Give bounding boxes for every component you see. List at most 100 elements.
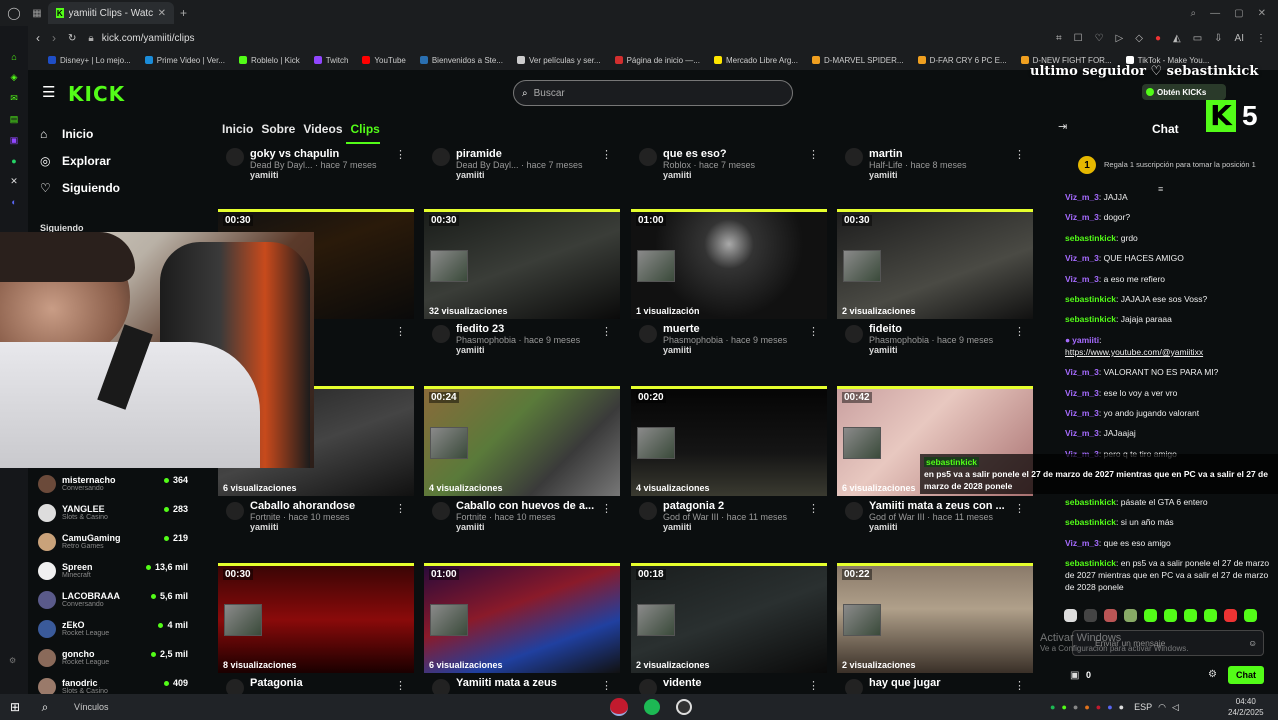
sidebar-discord-icon[interactable]: ◐ xyxy=(11,197,16,207)
taskbar-spotify-icon[interactable] xyxy=(644,699,660,715)
clip-thumbnail[interactable]: 00:30 32 visualizaciones xyxy=(424,209,620,319)
back-icon[interactable]: ‹ xyxy=(36,31,40,45)
clip-card[interactable]: 00:22 2 visualizaciones hay que jugar ⋮ xyxy=(837,563,1033,697)
clip-card[interactable]: 00:24 4 visualizaciones Caballo con huevos… xyxy=(424,386,620,532)
tray-app-7-icon[interactable]: ● xyxy=(1119,702,1124,712)
tab-sobre[interactable]: Sobre xyxy=(261,122,295,136)
bookmark-item[interactable]: Prime Video | Ver... xyxy=(144,56,225,65)
clip-title[interactable]: piramide xyxy=(424,148,620,160)
tray-app-4-icon[interactable]: ● xyxy=(1084,702,1089,712)
clip-card[interactable]: 00:30 2 visualizaciones fideito Phasmophobi… xyxy=(837,209,1033,355)
sidebar-messenger-icon[interactable]: ✉ xyxy=(10,93,18,104)
emote-icon[interactable] xyxy=(1124,609,1137,622)
ad-block-icon[interactable]: ● xyxy=(1155,33,1161,44)
bookmark-item[interactable]: Disney+ | Lo mejo... xyxy=(48,56,131,65)
search-input[interactable]: ⌕ Buscar xyxy=(513,80,793,106)
close-window-icon[interactable]: ✕ xyxy=(1258,8,1266,19)
more-options-icon[interactable]: ⋮ xyxy=(808,502,819,515)
more-options-icon[interactable]: ⋮ xyxy=(808,679,819,692)
tray-wifi-icon[interactable]: ◠ xyxy=(1158,702,1166,713)
more-options-icon[interactable]: ⋮ xyxy=(1014,502,1025,515)
clip-title[interactable]: Yamiiti mata a zeus con ... xyxy=(837,500,1033,512)
clip-thumbnail[interactable]: 00:22 2 visualizaciones xyxy=(837,563,1033,673)
clip-user[interactable]: yamiiti xyxy=(218,170,414,180)
tab-clips[interactable]: Clips xyxy=(351,122,380,136)
sidebar-aria-icon[interactable]: ◈ xyxy=(11,72,18,83)
clip-thumbnail[interactable]: 01:00 6 visualizaciones xyxy=(424,563,620,673)
more-options-icon[interactable]: ⋮ xyxy=(395,325,406,338)
nav-item-inicio[interactable]: ⌂ Inicio xyxy=(28,120,198,147)
chat-username[interactable]: Viz_m_3 xyxy=(1065,274,1099,284)
clip-title[interactable]: hay que jugar xyxy=(837,677,1033,689)
clip-user[interactable]: yamiiti xyxy=(837,170,1033,180)
clip-card[interactable]: martin Half-Life · hace 8 meses yamiiti ⋮ xyxy=(837,146,1033,180)
menu-icon[interactable]: ⋮ xyxy=(1256,33,1266,44)
sidebar-settings-icon[interactable]: ⚙ xyxy=(9,656,16,665)
url-field[interactable]: kick.com/yamiiti/clips xyxy=(102,33,195,44)
emote-icon[interactable] xyxy=(1204,609,1217,622)
taskbar-links-label[interactable]: Vínculos xyxy=(74,702,109,712)
more-options-icon[interactable]: ⋮ xyxy=(808,325,819,338)
clip-thumbnail[interactable]: 00:20 4 visualizaciones xyxy=(631,386,827,496)
reload-icon[interactable]: ↻ xyxy=(68,33,76,44)
clip-title[interactable]: Yamiiti mata a zeus xyxy=(424,677,620,689)
clip-user[interactable]: yamiiti xyxy=(424,345,620,355)
sidebar-twitch-icon[interactable]: ▣ xyxy=(10,135,19,146)
clip-user[interactable]: yamiiti xyxy=(631,345,827,355)
chat-username[interactable]: Viz_m_3 xyxy=(1065,192,1099,202)
chat-username[interactable]: Viz_m_3 xyxy=(1065,408,1099,418)
vpn-icon[interactable]: ▷ xyxy=(1116,33,1124,44)
clip-title[interactable]: Caballo ahorandose xyxy=(218,500,414,512)
bookmark-item[interactable]: Bienvenidos a Ste... xyxy=(419,56,503,65)
tray-app-6-icon[interactable]: ● xyxy=(1107,702,1112,712)
chat-settings-icon[interactable]: ⚙ xyxy=(1208,669,1217,680)
opera-logo-icon[interactable]: ◯ xyxy=(0,6,28,20)
sidebar-x-icon[interactable]: ✕ xyxy=(10,176,18,187)
heart-toolbar-icon[interactable]: ♡ xyxy=(1095,33,1104,44)
clip-thumbnail[interactable]: 00:30 8 visualizaciones xyxy=(218,563,414,673)
more-options-icon[interactable]: ⋮ xyxy=(1014,325,1025,338)
more-options-icon[interactable]: ⋮ xyxy=(601,502,612,515)
nav-item-explorar[interactable]: ◎ Explorar xyxy=(28,147,198,174)
bookmark-item[interactable]: YouTube xyxy=(362,56,406,65)
emote-icon[interactable] xyxy=(1084,609,1097,622)
hamburger-menu-icon[interactable]: ☰ xyxy=(42,83,55,101)
clip-user[interactable]: yamiiti xyxy=(424,170,620,180)
extensions-icon[interactable]: ◭ xyxy=(1173,33,1181,44)
tray-app-3-icon[interactable]: ● xyxy=(1073,702,1078,712)
more-options-icon[interactable]: ⋮ xyxy=(395,679,406,692)
clip-title[interactable]: martin xyxy=(837,148,1033,160)
points-icon[interactable]: ▣ xyxy=(1070,670,1079,681)
chat-send-button[interactable]: Chat xyxy=(1228,666,1264,684)
bookmark-item[interactable]: Roblelo | Kick xyxy=(238,56,300,65)
tray-app-1-icon[interactable]: ● xyxy=(1050,702,1055,712)
emote-icon[interactable] xyxy=(1064,609,1077,622)
get-kicks-button[interactable]: Obtén KICKs xyxy=(1142,84,1226,100)
chat-username[interactable]: sebastinkick xyxy=(1065,497,1116,507)
chat-username[interactable]: Viz_m_3 xyxy=(1065,538,1099,548)
chat-username[interactable]: sebastinkick xyxy=(1065,314,1116,324)
clip-card[interactable]: 00:30 8 visualizaciones Patagonia ⋮ xyxy=(218,563,414,697)
aria-ai-button[interactable]: AI xyxy=(1235,33,1244,44)
clip-thumbnail[interactable]: 00:24 4 visualizaciones xyxy=(424,386,620,496)
clip-card[interactable]: que es eso? Roblox · hace 7 meses yamiiti ⋮ xyxy=(631,146,827,180)
clip-title[interactable]: patagonia 2 xyxy=(631,500,827,512)
chat-username[interactable]: sebastinkick xyxy=(1065,517,1116,527)
clip-title[interactable]: goky vs chapulin xyxy=(218,148,414,160)
clip-card[interactable]: 01:00 6 visualizaciones Yamiiti mata a zeu… xyxy=(424,563,620,697)
download-icon[interactable]: ⇩ xyxy=(1214,33,1222,44)
sidebar-home-icon[interactable]: ⌂ xyxy=(11,52,16,62)
clip-title[interactable]: muerte xyxy=(631,323,827,335)
more-options-icon[interactable]: ⋮ xyxy=(601,679,612,692)
chat-username[interactable]: Viz_m_3 xyxy=(1065,367,1099,377)
clip-title[interactable]: fiedito 23 xyxy=(424,323,620,335)
emote-icon[interactable] xyxy=(1144,609,1157,622)
clip-user[interactable]: yamiiti xyxy=(631,170,827,180)
emote-icon[interactable] xyxy=(1224,609,1237,622)
emote-icon[interactable] xyxy=(1184,609,1197,622)
gift-sub-banner[interactable]: 1 Regala 1 suscripción para tomar la pos… xyxy=(1078,152,1268,178)
tray-app-2-icon[interactable]: ● xyxy=(1061,702,1066,712)
clip-card[interactable]: goky vs chapulin Dead By Dayl... · hace 7… xyxy=(218,146,414,180)
shield-icon[interactable]: ◇ xyxy=(1135,33,1143,44)
highlight-username[interactable]: sebastinkick xyxy=(924,457,980,467)
